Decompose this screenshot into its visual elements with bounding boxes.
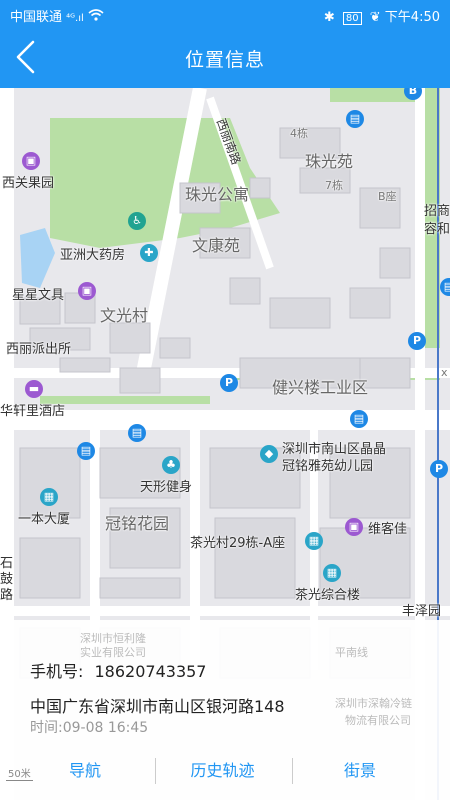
- building-icon-2[interactable]: ▦: [305, 532, 323, 550]
- map-label-wenkang-yuan: 文康苑: [192, 236, 241, 255]
- shopping-icon-2[interactable]: ▣: [78, 282, 96, 300]
- map-label-jianxing: 健兴楼工业区: [272, 378, 369, 397]
- bus-stop-icon-6[interactable]: ▤: [77, 442, 95, 460]
- map-label-fengze: 丰泽园: [402, 604, 442, 619]
- map-label-chaguang29: 茶光村29栋-A座: [190, 536, 286, 551]
- wifi-icon: [88, 9, 104, 25]
- shopping-icon[interactable]: ▣: [22, 152, 40, 170]
- divider: [155, 758, 156, 784]
- map-label-weikejia: 维客佳: [368, 522, 408, 537]
- time-text: 时间:09-08 16:45: [30, 720, 149, 736]
- bus-stop-icon[interactable]: ▤: [346, 110, 364, 128]
- leaf-icon: ❦: [369, 10, 381, 25]
- bus-stop-icon-4[interactable]: ▤: [350, 410, 368, 428]
- building-icon[interactable]: ▦: [40, 488, 58, 506]
- map-label-chaguang-complex: 茶光综合楼: [295, 588, 361, 603]
- navigate-button[interactable]: 导航: [40, 752, 130, 790]
- building-icon-3[interactable]: ▦: [323, 564, 341, 582]
- map-label-building-4: 4栋: [290, 127, 308, 140]
- map-label-tianxing-gym: 天形健身: [140, 480, 193, 495]
- phone-label: 手机号:: [30, 662, 84, 681]
- battery-icon: 80: [342, 12, 362, 25]
- gym-icon[interactable]: ♣: [162, 456, 180, 474]
- toilet-icon[interactable]: ♿: [128, 212, 146, 230]
- map-label-building-b: B座: [378, 190, 397, 203]
- parking-icon-2[interactable]: P: [220, 374, 238, 392]
- title-bar: 位置信息: [0, 28, 450, 88]
- phone-number: 18620743357: [94, 662, 207, 681]
- map-label-x: x: [441, 366, 448, 379]
- page-title: 位置信息: [184, 49, 265, 71]
- ghost-label-5: 物流有限公司: [345, 714, 411, 727]
- hotel-icon[interactable]: ▬: [25, 380, 43, 398]
- divider-2: [292, 758, 293, 784]
- map-label-guanming-kg: 冠铭雅苑幼儿园: [282, 459, 374, 474]
- map-label-wenguang-cun: 文光村: [100, 306, 149, 325]
- map-label-guanming-garden: 冠铭花园: [105, 514, 170, 533]
- map-label-zhaoshang: 招商: [424, 204, 450, 219]
- history-track-button[interactable]: 历史轨迹: [170, 752, 275, 790]
- ghost-label-3: 平南线: [335, 646, 368, 659]
- map-label-zhuguang-yuan: 珠光苑: [305, 152, 354, 171]
- parking-icon-3[interactable]: P: [430, 460, 448, 478]
- status-bar: 中国联通 ⁴ᴳ.ıl ✱ 80 ❦ 下午4:50: [0, 0, 450, 28]
- map-label-pharmacy: 亚洲大药房: [60, 248, 126, 263]
- action-bar: 导航 历史轨迹 街景: [0, 752, 450, 790]
- map-label-building-7: 7栋: [325, 179, 343, 192]
- map-label-xiguan-orchard: 西关果园: [2, 176, 55, 191]
- carrier-label: 中国联通: [10, 10, 63, 25]
- map-label-xingxing: 星星文具: [12, 288, 65, 303]
- bluetooth-icon: ✱: [323, 10, 335, 25]
- shopping-icon-3[interactable]: ▣: [345, 518, 363, 536]
- school-icon[interactable]: ◆: [260, 445, 278, 463]
- phone-row: 手机号: 18620743357: [30, 658, 206, 682]
- map-label-zhuguang-apartment: 珠光公寓: [185, 185, 250, 204]
- map-label-police: 西丽派出所: [6, 342, 72, 357]
- map-label-yiben: 一本大厦: [18, 512, 71, 527]
- pharmacy-icon[interactable]: ✚: [140, 244, 158, 262]
- bus-stop-icon-5[interactable]: ▤: [128, 424, 146, 442]
- map-label-huaxuanli: 华轩里酒店: [0, 404, 66, 419]
- signal-icon: ⁴ᴳ.ıl: [66, 13, 84, 24]
- address-text: 中国广东省深圳市南山区银河路148: [30, 697, 285, 716]
- map-label-rongyuan: 容和: [424, 222, 450, 237]
- clock-label: 下午4:50: [384, 10, 440, 25]
- parking-icon[interactable]: P: [408, 332, 426, 350]
- map-label-lu: 路: [0, 588, 14, 603]
- ghost-label-4: 深圳市深翰冷链: [335, 697, 412, 710]
- street-view-button[interactable]: 街景: [315, 752, 405, 790]
